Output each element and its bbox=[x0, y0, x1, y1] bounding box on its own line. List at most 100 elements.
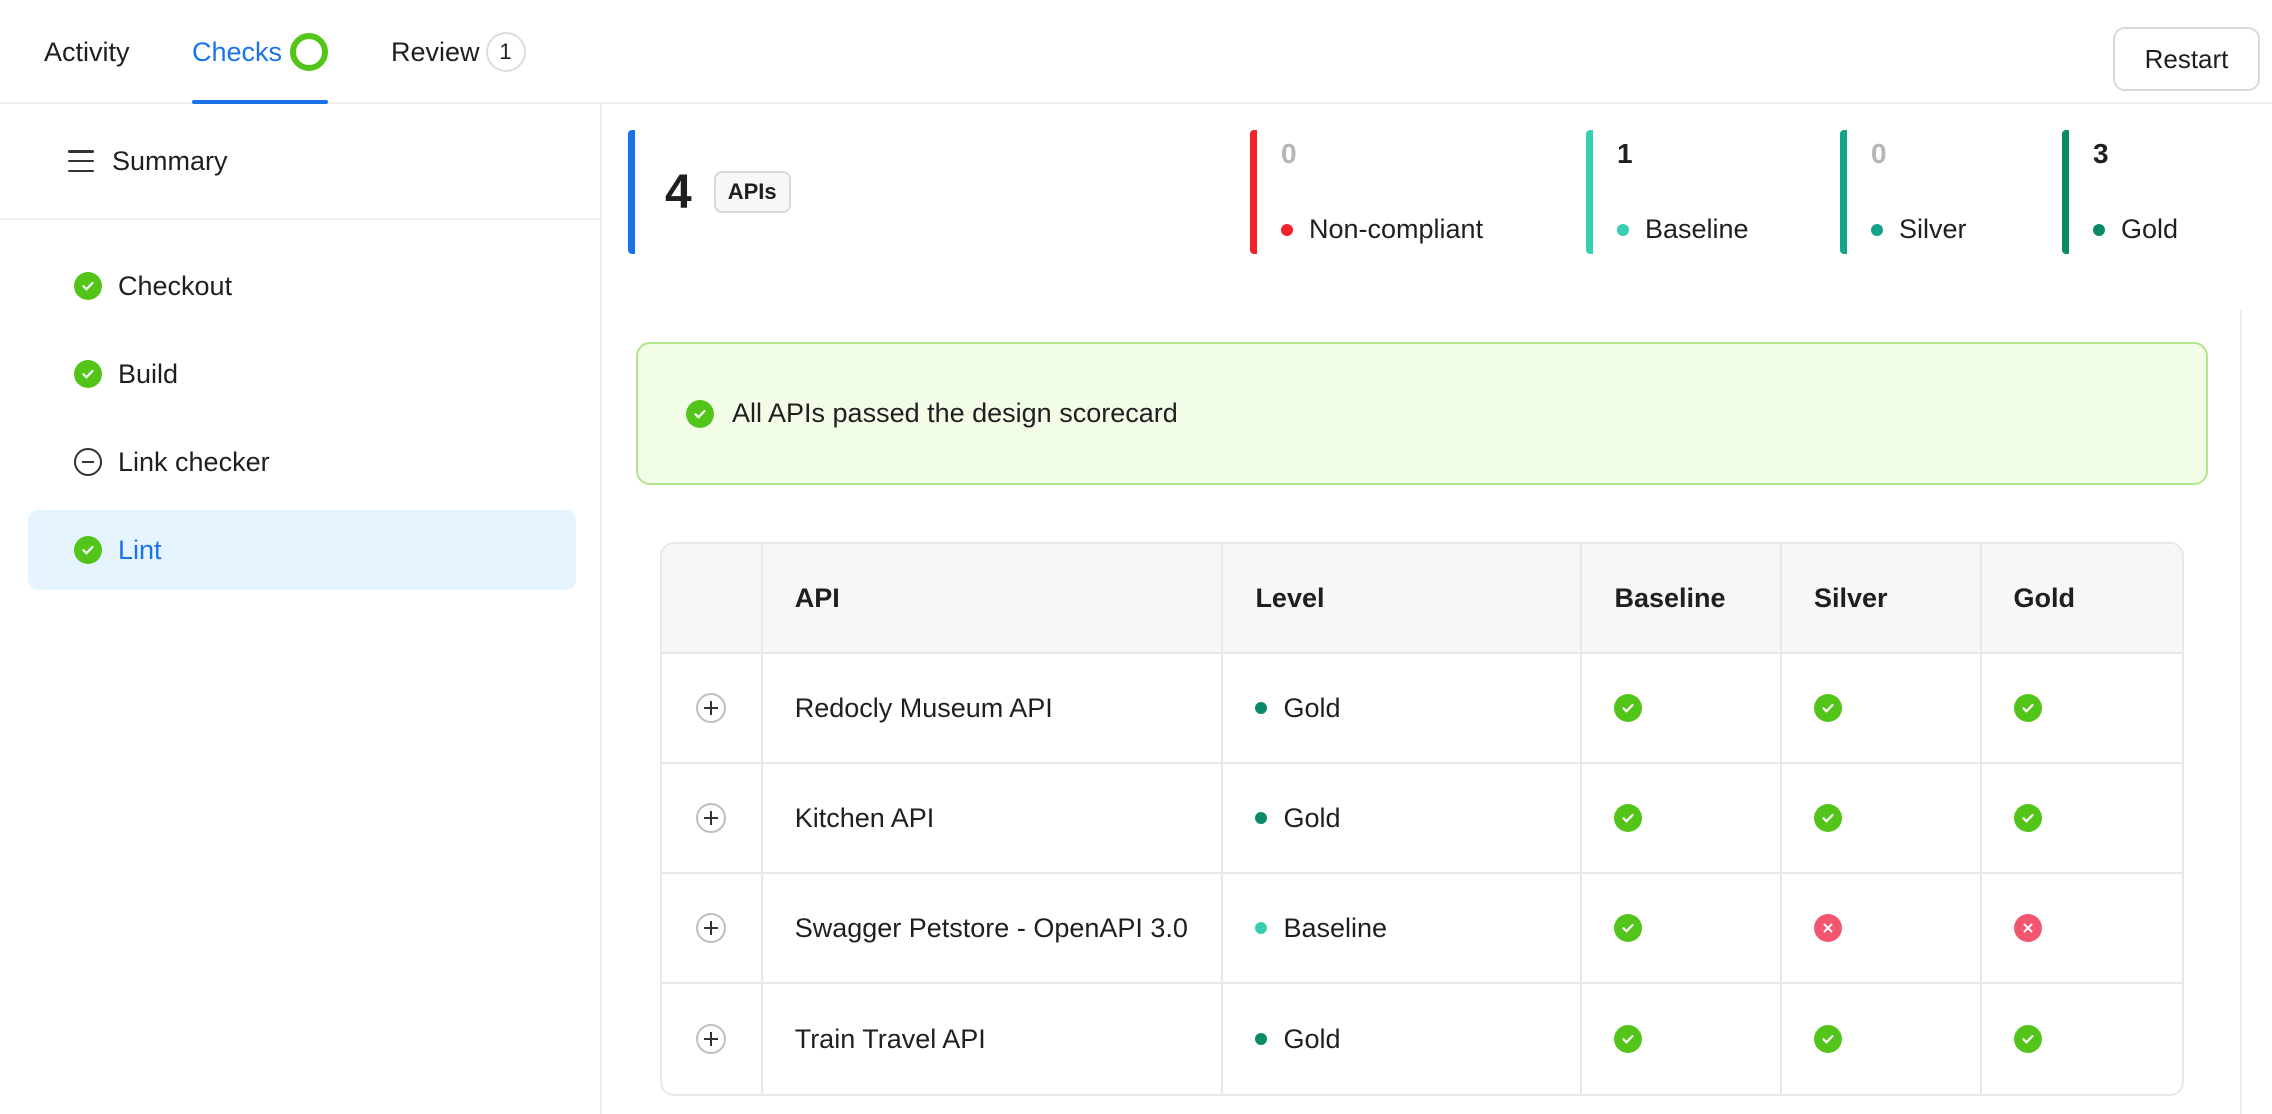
cell-baseline bbox=[1582, 984, 1782, 1094]
x-circle-icon bbox=[1813, 914, 1842, 942]
sidebar-item-label: Lint bbox=[118, 534, 162, 565]
sidebar-summary-label: Summary bbox=[112, 145, 228, 176]
review-count-badge: 1 bbox=[485, 32, 526, 72]
level-label: Gold bbox=[1283, 692, 1341, 723]
stat-value: 3 bbox=[2093, 138, 2109, 169]
cell-silver bbox=[1782, 654, 1982, 762]
api-name: Swagger Petstore - OpenAPI 3.0 bbox=[794, 912, 1188, 943]
cell-silver bbox=[1782, 874, 1982, 982]
sidebar-summary[interactable]: Summary bbox=[0, 104, 600, 220]
cell-gold bbox=[1982, 764, 2183, 872]
level-label: Gold bbox=[1283, 1023, 1341, 1054]
sidebar-item-build[interactable]: Build bbox=[28, 334, 576, 414]
expand-plus-icon[interactable] bbox=[696, 913, 727, 943]
minus-circle-icon bbox=[74, 448, 102, 476]
api-name: Train Travel API bbox=[794, 1023, 986, 1054]
header-baseline: Baseline bbox=[1582, 544, 1782, 652]
expand-plus-icon[interactable] bbox=[696, 803, 727, 833]
scorecard-table: API Level Baseline Silver Gold Redocly M… bbox=[660, 542, 2184, 1096]
check-circle-icon bbox=[1614, 804, 1643, 832]
api-name: Redocly Museum API bbox=[794, 692, 1053, 723]
sidebar-item-label: Build bbox=[118, 358, 179, 389]
stat-gold: 3 Gold bbox=[2062, 130, 2178, 254]
cell-gold bbox=[1982, 874, 2183, 982]
cell-api: Swagger Petstore - OpenAPI 3.0 bbox=[763, 874, 1224, 982]
check-circle-icon bbox=[1614, 694, 1643, 722]
sidebar-item-checkout[interactable]: Checkout bbox=[28, 246, 576, 326]
status-dot bbox=[1617, 223, 1629, 236]
status-dot bbox=[1871, 223, 1883, 236]
total-apis-count: 4 bbox=[665, 165, 692, 219]
header-expand bbox=[662, 544, 763, 652]
status-dot bbox=[2093, 223, 2105, 236]
stat-value: 1 bbox=[1617, 138, 1633, 169]
stat-noncompliant: 0 Non-compliant bbox=[1250, 130, 1483, 254]
tab-review[interactable]: Review 1 bbox=[391, 0, 526, 104]
banner-text: All APIs passed the design scorecard bbox=[732, 398, 1178, 428]
sidebar-item-label: Checkout bbox=[118, 270, 233, 301]
header-level: Level bbox=[1223, 544, 1583, 652]
sidebar-item-label: Link checker bbox=[118, 446, 270, 477]
check-circle-icon bbox=[2013, 1025, 2042, 1053]
table-row: Kitchen API Gold bbox=[662, 764, 2182, 874]
success-banner: All APIs passed the design scorecard bbox=[636, 342, 2208, 485]
stat-value: 0 bbox=[1281, 138, 1297, 169]
stat-total-apis: 4 APIs bbox=[628, 130, 791, 254]
cell-silver bbox=[1782, 764, 1982, 872]
expand-plus-icon[interactable] bbox=[696, 1024, 727, 1054]
scroll-divider bbox=[2240, 310, 2242, 1114]
api-name: Kitchen API bbox=[794, 802, 935, 833]
cell-baseline bbox=[1582, 874, 1782, 982]
cell-level: Gold bbox=[1223, 764, 1583, 872]
progress-ring-icon bbox=[290, 33, 329, 71]
x-circle-icon bbox=[2013, 914, 2042, 942]
check-circle-icon bbox=[74, 360, 102, 388]
level-dot bbox=[1255, 812, 1268, 824]
tab-review-label: Review bbox=[391, 36, 480, 67]
header-gold: Gold bbox=[2013, 582, 2076, 613]
header-api: API bbox=[763, 544, 1224, 652]
check-circle-icon bbox=[1813, 694, 1842, 722]
check-circle-icon bbox=[1614, 914, 1643, 942]
tab-checks-label: Checks bbox=[192, 36, 283, 67]
check-circle-icon bbox=[1614, 1025, 1643, 1053]
cell-gold bbox=[1982, 654, 2183, 762]
table-header-row: API Level Baseline Silver Gold bbox=[662, 544, 2182, 654]
stat-value: 0 bbox=[1871, 138, 1887, 169]
sidebar-item-lint[interactable]: Lint bbox=[28, 510, 576, 590]
cell-baseline bbox=[1582, 654, 1782, 762]
level-label: Baseline bbox=[1283, 912, 1388, 943]
status-dot bbox=[1281, 223, 1293, 236]
cell-api: Train Travel API bbox=[763, 984, 1224, 1094]
cell-level: Gold bbox=[1223, 654, 1583, 762]
table-row: Train Travel API Gold bbox=[662, 984, 2182, 1094]
menu-icon bbox=[68, 150, 94, 172]
stat-label: Gold bbox=[2121, 214, 2179, 244]
check-circle-icon bbox=[2013, 694, 2042, 722]
check-circle-icon bbox=[74, 536, 102, 564]
cell-level: Baseline bbox=[1223, 874, 1583, 982]
restart-button[interactable]: Restart bbox=[2113, 27, 2260, 91]
check-circle-icon bbox=[686, 399, 714, 428]
check-circle-icon bbox=[1813, 1025, 1842, 1053]
stat-label: Non-compliant bbox=[1309, 214, 1484, 244]
apis-chip: APIs bbox=[713, 171, 791, 213]
sidebar-item-link-checker[interactable]: Link checker bbox=[28, 422, 576, 502]
header-silver: Silver bbox=[1782, 544, 1982, 652]
table-row: Swagger Petstore - OpenAPI 3.0 Baseline bbox=[662, 874, 2182, 984]
table-row: Redocly Museum API Gold bbox=[662, 654, 2182, 764]
level-label: Gold bbox=[1283, 802, 1341, 833]
expand-plus-icon[interactable] bbox=[696, 693, 727, 723]
cell-api: Redocly Museum API bbox=[763, 654, 1224, 762]
cell-expand bbox=[662, 764, 763, 872]
cell-silver bbox=[1782, 984, 1982, 1094]
check-circle-icon bbox=[1813, 804, 1842, 832]
cell-expand bbox=[662, 654, 763, 762]
check-circle-icon bbox=[2013, 804, 2042, 832]
level-dot bbox=[1255, 702, 1268, 714]
tab-activity[interactable]: Activity bbox=[44, 0, 130, 104]
tab-checks[interactable]: Checks bbox=[192, 0, 329, 104]
level-dot bbox=[1255, 1033, 1268, 1045]
stat-baseline: 1 Baseline bbox=[1586, 130, 1749, 254]
top-tab-bar: Activity Checks Review 1 Restart bbox=[0, 0, 2272, 104]
